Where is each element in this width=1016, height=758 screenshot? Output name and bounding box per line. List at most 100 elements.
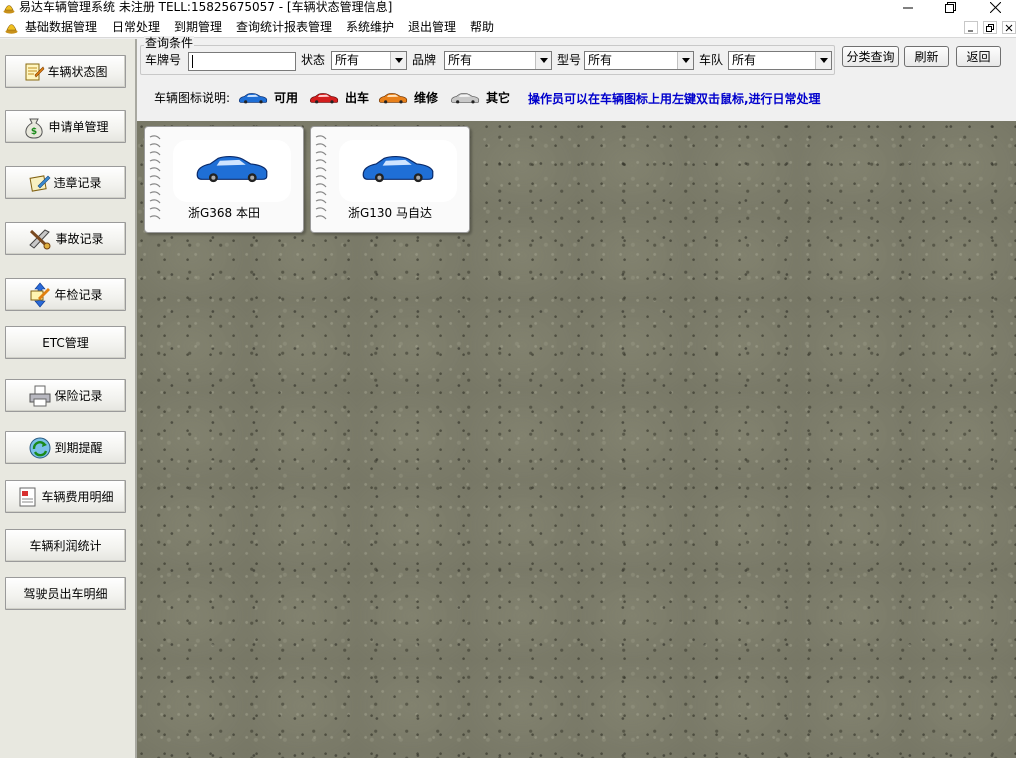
- legend-repair-label: 维修: [414, 91, 439, 105]
- vehicle-photo: [339, 140, 457, 202]
- model-select-arrow[interactable]: [677, 52, 693, 69]
- menu-daily-processing[interactable]: 日常处理: [112, 20, 160, 34]
- team-select[interactable]: 所有: [728, 51, 832, 70]
- restore-icon: [944, 2, 956, 13]
- mdi-close-button[interactable]: [1002, 21, 1016, 34]
- car-out-icon: [309, 93, 339, 104]
- legend-title: 车辆图标说明:: [154, 91, 231, 105]
- classify-query-button[interactable]: 分类查询: [842, 46, 899, 67]
- car-available-icon: [238, 93, 268, 104]
- sidebar-item-label: 保险记录: [54, 389, 103, 403]
- window-title: 易达车辆管理系统 未注册 TELL:15825675057 - [车辆状态管理信…: [19, 0, 393, 14]
- chevron-down-icon: [539, 58, 548, 63]
- status-select-arrow[interactable]: [390, 52, 406, 69]
- status-label: 状态: [301, 53, 326, 67]
- refresh-button[interactable]: 刷新: [904, 46, 949, 67]
- model-select[interactable]: 所有: [584, 51, 694, 70]
- minimize-button[interactable]: [894, 0, 922, 15]
- refresh-globe-icon: [29, 437, 51, 458]
- plate-label: 车牌号: [145, 53, 182, 67]
- sidebar-item-vehicle-profit[interactable]: 车辆利润统计: [5, 529, 126, 562]
- restore-button[interactable]: [936, 0, 964, 15]
- instruction-text: 操作员可以在车辆图标上用左键双击鼠标,进行日常处理: [528, 92, 821, 106]
- sidebar-item-label: 年检记录: [54, 288, 103, 302]
- sidebar: 车辆状态图 $ 申请单管理 违章记录 事故记录 年检记录 ETC管理 保险记录 …: [0, 39, 137, 758]
- sidebar-item-violation[interactable]: 违章记录: [5, 166, 126, 199]
- model-select-value: 所有: [588, 53, 613, 67]
- team-select-arrow[interactable]: [815, 52, 831, 69]
- team-select-value: 所有: [732, 53, 757, 67]
- chevron-down-icon: [394, 58, 403, 63]
- menu-query-reports[interactable]: 查询统计报表管理: [236, 20, 332, 34]
- sidebar-item-driver-trips[interactable]: 驾驶员出车明细: [5, 577, 126, 610]
- menu-exit-management[interactable]: 退出管理: [408, 20, 456, 34]
- model-label: 型号: [557, 53, 582, 67]
- legend-other-label: 其它: [486, 91, 511, 105]
- vehicle-plate-label: 浙G368 本田: [187, 206, 261, 220]
- menu-expiry-management[interactable]: 到期管理: [174, 20, 222, 34]
- violation-record-icon: [29, 174, 51, 192]
- sidebar-item-label: 申请单管理: [48, 120, 109, 134]
- money-bag-icon: $: [25, 118, 44, 139]
- accident-tools-icon: [29, 228, 51, 249]
- status-select-value: 所有: [335, 53, 360, 67]
- printer-icon: [29, 385, 51, 406]
- restore-icon: [986, 23, 994, 32]
- expense-detail-icon: [19, 487, 36, 506]
- sidebar-item-insurance[interactable]: 保险记录: [5, 379, 126, 412]
- mdi-minimize-button[interactable]: [964, 21, 978, 34]
- sidebar-item-vehicle-expenses[interactable]: 车辆费用明细: [5, 480, 126, 513]
- team-label: 车队: [699, 53, 724, 67]
- sidebar-item-label: 车辆状态图: [47, 65, 108, 79]
- sidebar-item-application[interactable]: $ 申请单管理: [5, 110, 126, 143]
- menu-bar: 基础数据管理 日常处理 到期管理 查询统计报表管理 系统维护 退出管理 帮助: [0, 16, 1016, 38]
- plate-input[interactable]: [188, 52, 296, 71]
- annual-inspection-icon: [30, 282, 51, 307]
- car-other-icon: [450, 93, 480, 104]
- minimize-icon: [968, 30, 973, 31]
- menu-help[interactable]: 帮助: [470, 20, 494, 34]
- sidebar-item-accident[interactable]: 事故记录: [5, 222, 126, 255]
- brand-select[interactable]: 所有: [444, 51, 552, 70]
- brand-select-arrow[interactable]: [535, 52, 551, 69]
- sidebar-item-label: 到期提醒: [54, 441, 103, 455]
- vehicle-card[interactable]: 浙G368 本田: [144, 126, 304, 233]
- app-logo-icon: [5, 24, 18, 34]
- chevron-down-icon: [819, 58, 828, 63]
- vehicle-card[interactable]: 浙G130 马自达: [310, 126, 470, 233]
- title-bar: 易达车辆管理系统 未注册 TELL:15825675057 - [车辆状态管理信…: [0, 0, 1016, 16]
- svg-text:$: $: [31, 127, 37, 137]
- app-logo-icon: [3, 5, 15, 14]
- vehicle-status-icon: [25, 63, 45, 80]
- car-blue-icon: [362, 155, 434, 183]
- close-icon: [989, 2, 1001, 13]
- menu-basic-data[interactable]: 基础数据管理: [25, 20, 97, 34]
- text-caret: [192, 55, 193, 68]
- minimize-icon: [903, 7, 913, 8]
- query-group-label: 查询条件: [144, 36, 195, 50]
- sidebar-item-etc[interactable]: ETC管理: [5, 326, 126, 359]
- brand-select-value: 所有: [448, 53, 473, 67]
- vehicle-photo: [173, 140, 291, 202]
- legend-out-label: 出车: [345, 91, 370, 105]
- legend-available-label: 可用: [274, 91, 299, 105]
- menu-system-maintenance[interactable]: 系统维护: [346, 20, 394, 34]
- sidebar-item-vehicle-status[interactable]: 车辆状态图: [5, 55, 126, 88]
- vehicle-plate-label: 浙G130 马自达: [347, 206, 433, 220]
- sidebar-item-label: 车辆费用明细: [41, 490, 114, 504]
- sidebar-item-label: 驾驶员出车明细: [23, 587, 108, 601]
- sidebar-item-annual-inspection[interactable]: 年检记录: [5, 278, 126, 311]
- close-icon: [1005, 24, 1013, 31]
- sidebar-item-label: 事故记录: [55, 232, 104, 246]
- car-blue-icon: [196, 155, 268, 183]
- sidebar-item-label: 违章记录: [53, 176, 102, 190]
- sidebar-item-expiry-reminder[interactable]: 到期提醒: [5, 431, 126, 464]
- brand-label: 品牌: [412, 53, 437, 67]
- sidebar-item-label: ETC管理: [42, 336, 89, 350]
- status-select[interactable]: 所有: [331, 51, 407, 70]
- mdi-restore-button[interactable]: [983, 21, 997, 34]
- back-button[interactable]: 返回: [956, 46, 1001, 67]
- car-repair-icon: [378, 93, 408, 104]
- sidebar-item-label: 车辆利润统计: [29, 539, 102, 553]
- close-button[interactable]: [981, 0, 1009, 15]
